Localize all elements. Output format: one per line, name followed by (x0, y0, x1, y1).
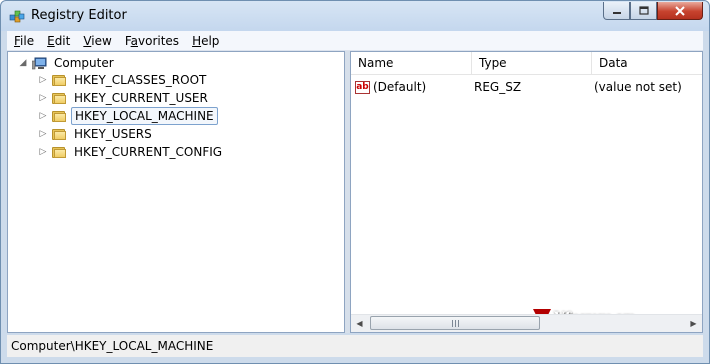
tree-label-selected: HKEY_LOCAL_MACHINE (71, 107, 218, 125)
menu-edit[interactable]: Edit (40, 34, 76, 48)
expand-arrow-icon[interactable]: ▷ (38, 129, 48, 139)
scroll-left-icon[interactable]: ◀ (351, 315, 368, 332)
menu-file[interactable]: File (7, 34, 40, 48)
status-path: Computer\HKEY_LOCAL_MACHINE (11, 339, 214, 353)
column-header-data[interactable]: Data (592, 52, 702, 74)
string-value-icon: ab (355, 80, 370, 94)
tree-label: HKEY_USERS (74, 127, 152, 141)
tree-label-computer: Computer (54, 56, 114, 70)
menu-bar: File Edit View Favorites Help (7, 31, 703, 51)
maximize-button[interactable] (630, 2, 657, 20)
list-item[interactable]: ab (Default) REG_SZ (value not set) (355, 78, 695, 96)
column-header: Name Type Data (351, 52, 702, 75)
window-title: Registry Editor (31, 8, 127, 23)
folder-icon (52, 146, 66, 158)
registry-editor-window: Registry Editor File Edit View Favorites… (0, 0, 710, 364)
scroll-right-icon[interactable]: ▶ (685, 315, 702, 332)
title-bar[interactable]: Registry Editor (1, 1, 709, 31)
collapse-arrow-icon[interactable]: ◢ (18, 58, 28, 68)
value-type: REG_SZ (474, 80, 522, 94)
tree-item-hkey-current-config[interactable]: ▷ HKEY_CURRENT_CONFIG (38, 143, 225, 161)
value-name: (Default) (373, 80, 427, 94)
values-list-pane[interactable]: Name Type Data ab (Default) REG_SZ (valu… (350, 51, 703, 333)
tree-item-hkey-local-machine[interactable]: ▷ HKEY_LOCAL_MACHINE (38, 107, 218, 125)
close-icon (675, 5, 685, 16)
folder-icon (52, 74, 66, 86)
expand-arrow-icon[interactable]: ▷ (38, 93, 48, 103)
tree-label: HKEY_CURRENT_CONFIG (74, 145, 223, 159)
expand-arrow-icon[interactable]: ▷ (38, 147, 48, 157)
computer-icon (32, 57, 47, 69)
expand-arrow-icon[interactable]: ▷ (38, 111, 48, 121)
minimize-button[interactable] (603, 2, 630, 20)
column-header-type[interactable]: Type (472, 52, 592, 74)
column-header-name[interactable]: Name (351, 52, 472, 74)
tree-item-hkey-classes-root[interactable]: ▷ HKEY_CLASSES_ROOT (38, 71, 209, 89)
tree-item-computer[interactable]: ◢ Computer (18, 54, 117, 72)
tree-label: HKEY_CURRENT_USER (74, 91, 208, 105)
minimize-icon (612, 11, 621, 14)
maximize-icon (638, 6, 649, 15)
horizontal-scrollbar[interactable]: ◀ ▶ (351, 314, 702, 332)
menu-favorites[interactable]: Favorites (118, 34, 185, 48)
grip-icon (451, 319, 459, 327)
expand-arrow-icon[interactable]: ▷ (38, 75, 48, 85)
folder-icon (52, 110, 66, 122)
registry-editor-icon (9, 10, 25, 23)
tree-item-hkey-current-user[interactable]: ▷ HKEY_CURRENT_USER (38, 89, 211, 107)
folder-icon (52, 92, 66, 104)
folder-icon (52, 128, 66, 140)
tree-item-hkey-users[interactable]: ▷ HKEY_USERS (38, 125, 155, 143)
scrollbar-thumb[interactable] (370, 316, 540, 330)
menu-help[interactable]: Help (185, 34, 225, 48)
status-bar: Computer\HKEY_LOCAL_MACHINE (7, 335, 703, 357)
tree-label: HKEY_CLASSES_ROOT (74, 73, 207, 87)
close-button[interactable] (657, 2, 703, 20)
value-data: (value not set) (594, 80, 682, 94)
caption-buttons (603, 2, 703, 21)
key-tree-pane[interactable]: ◢ Computer ▷ HKEY_CLASSES_ROOT ▷ HKEY_CU… (7, 51, 345, 333)
menu-view[interactable]: View (76, 34, 117, 48)
